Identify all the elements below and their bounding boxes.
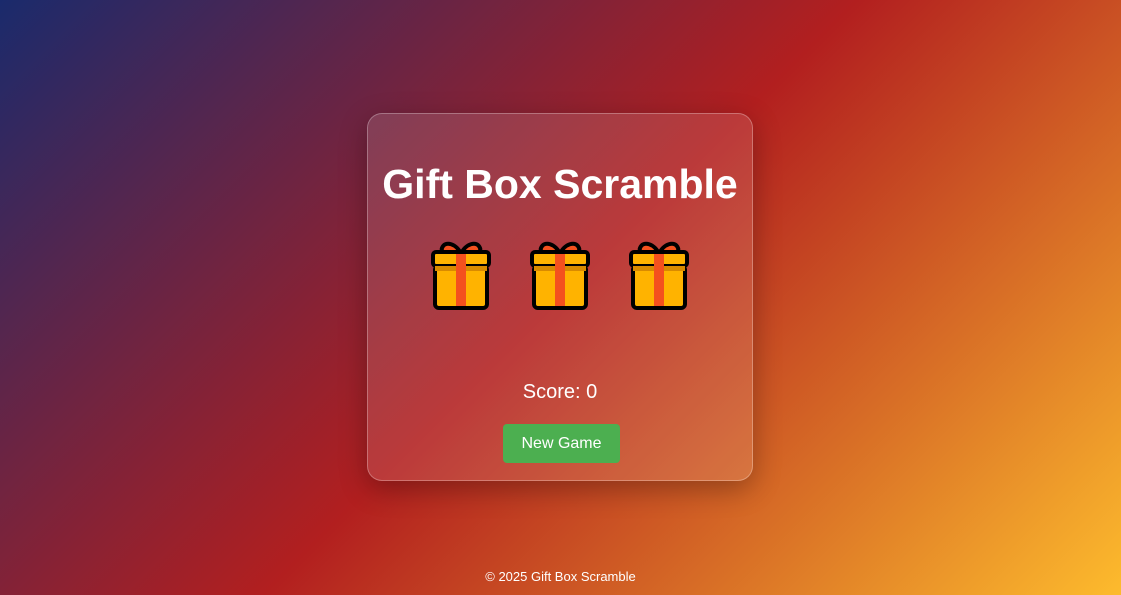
game-title: Gift Box Scramble <box>382 161 738 207</box>
gift-icon <box>431 241 491 310</box>
gift-icon <box>530 241 590 310</box>
gift-box-2[interactable] <box>528 236 592 312</box>
score-display: Score: 0 <box>522 381 598 403</box>
footer-copyright: © 2025 Gift Box Scramble <box>485 569 636 584</box>
gift-box-3[interactable] <box>627 236 691 312</box>
new-game-button[interactable]: New Game <box>503 424 620 463</box>
gift-box-row <box>368 236 752 312</box>
game-card: Gift Box Scramble Score: 0 New Game <box>367 113 753 481</box>
gift-box-1[interactable] <box>429 236 493 312</box>
gift-icon <box>629 241 689 310</box>
